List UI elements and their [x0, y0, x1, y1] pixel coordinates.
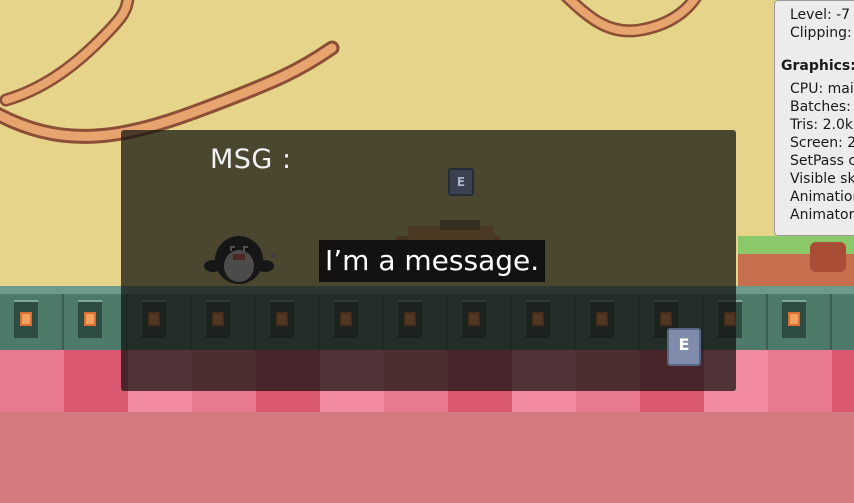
wall-tile: [782, 300, 806, 338]
key-e-icon[interactable]: E: [667, 328, 701, 366]
stat-tris: Tris: 2.0k: [790, 117, 853, 133]
stat-setpass: SetPass c: [790, 153, 854, 169]
stats-panel: Level: -7 Clipping: Graphics: CPU: mai B…: [774, 0, 854, 236]
stat-batches: Batches:: [790, 99, 851, 115]
stat-graphics-title: Graphics:: [781, 58, 854, 74]
wall-tile: [14, 300, 38, 338]
stat-screen: Screen: 2: [790, 135, 854, 151]
stat-level: Level: -7: [790, 7, 851, 23]
stat-clipping: Clipping:: [790, 25, 852, 41]
stat-animator: Animator: [790, 207, 854, 223]
wall-tile: [78, 300, 102, 338]
message-overlay: MSG : I’m a message.: [121, 130, 736, 391]
key-e-icon: E: [448, 168, 474, 196]
ground: [0, 412, 854, 503]
grass-ledge: [738, 236, 854, 288]
stat-animation: Animation: [790, 189, 854, 205]
message-text: I’m a message.: [319, 240, 546, 282]
stat-cpu: CPU: mai: [790, 81, 854, 97]
stat-visible-skinned: Visible sk: [790, 171, 854, 187]
message-label: MSG :: [210, 144, 292, 175]
